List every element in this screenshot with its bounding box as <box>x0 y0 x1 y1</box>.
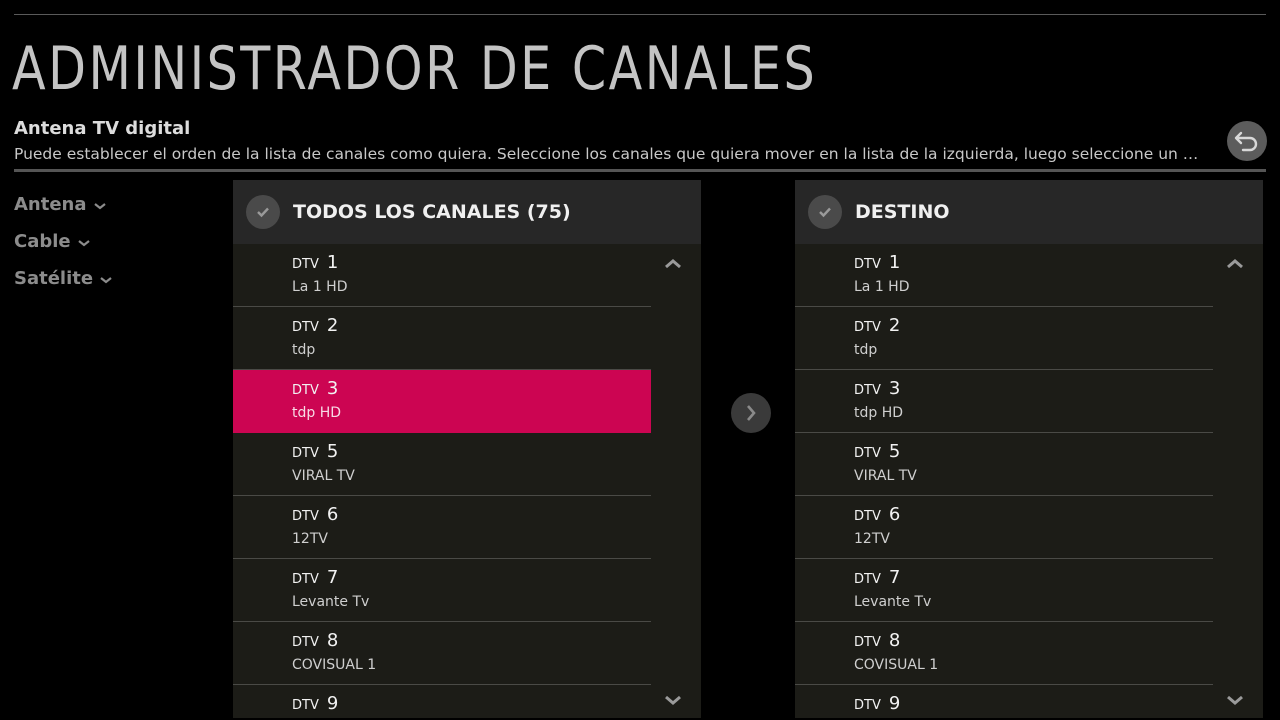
channel-row[interactable]: DTV 5 VIRAL TV <box>795 433 1213 496</box>
channel-type: DTV <box>292 257 319 272</box>
chevron-down-icon <box>100 276 112 283</box>
channel-row[interactable]: DTV 9 <box>795 685 1213 718</box>
channel-name: 12TV <box>854 531 890 547</box>
source-item-cable[interactable]: Cable <box>14 223 113 260</box>
channel-row[interactable]: DTV 9 <box>233 685 651 718</box>
channel-type: DTV <box>292 383 319 398</box>
channel-row[interactable]: DTV 6 12TV <box>795 496 1213 559</box>
channel-number: 7 <box>326 567 339 588</box>
channel-type: DTV <box>854 320 881 335</box>
top-divider <box>14 14 1266 15</box>
channel-type: DTV <box>854 257 881 272</box>
channel-number: 5 <box>326 441 339 462</box>
channel-type: DTV <box>292 320 319 335</box>
checkmark-icon <box>819 207 831 218</box>
channel-type: DTV <box>292 509 319 524</box>
panel-title: DESTINO <box>855 201 950 223</box>
channel-number: 2 <box>888 315 901 336</box>
channel-name: VIRAL TV <box>292 468 355 484</box>
channel-number: 3 <box>888 378 901 399</box>
channel-row[interactable]: DTV 6 12TV <box>233 496 651 559</box>
channel-number: 7 <box>888 567 901 588</box>
chevron-right-icon <box>747 405 756 421</box>
channel-type: DTV <box>854 446 881 461</box>
chevron-down-icon <box>93 202 106 209</box>
destination-panel: DESTINO DTV 1 La 1 HD DTV 2 tdp DTV 3 tdp H… <box>795 180 1263 718</box>
channel-number: 1 <box>326 252 339 273</box>
channel-name: COVISUAL 1 <box>292 657 377 673</box>
channel-number: 6 <box>888 504 901 525</box>
select-all-button[interactable] <box>808 195 842 229</box>
channel-row-selected[interactable]: DTV 3 tdp HD <box>233 370 651 433</box>
source-subtitle: Antena TV digital <box>14 118 191 139</box>
back-arrow-icon <box>1234 131 1258 152</box>
channel-row[interactable]: DTV 2 tdp <box>233 307 651 370</box>
chevron-down-icon[interactable] <box>663 694 683 706</box>
chevron-down-icon[interactable] <box>1225 694 1245 706</box>
channel-type: DTV <box>292 572 319 587</box>
channel-row[interactable]: DTV 7 Levante Tv <box>795 559 1213 622</box>
channel-name: Levante Tv <box>292 594 370 610</box>
channel-name: Levante Tv <box>854 594 932 610</box>
channel-number: 6 <box>326 504 339 525</box>
channel-number: 1 <box>888 252 901 273</box>
instructions-text: Puede establecer el orden de la lista de… <box>14 145 1206 163</box>
all-channels-panel: TODOS LOS CANALES (75) DTV 1 La 1 HD DTV 2… <box>233 180 701 718</box>
channel-name: VIRAL TV <box>854 468 917 484</box>
channel-number: 9 <box>326 693 339 714</box>
channel-type: DTV <box>854 698 881 713</box>
channel-name: tdp <box>854 342 878 358</box>
channel-row[interactable]: DTV 8 COVISUAL 1 <box>233 622 651 685</box>
channel-number: 8 <box>888 630 901 651</box>
chevron-up-icon[interactable] <box>663 258 683 270</box>
channel-row[interactable]: DTV 7 Levante Tv <box>233 559 651 622</box>
channel-type: DTV <box>854 635 881 650</box>
channel-number: 2 <box>326 315 339 336</box>
channel-type: DTV <box>854 383 881 398</box>
checkmark-icon <box>257 207 269 218</box>
channel-type: DTV <box>292 446 319 461</box>
back-button[interactable] <box>1227 121 1267 161</box>
chevron-up-icon[interactable] <box>1225 258 1245 270</box>
page-title: ADMINISTRADOR DE CANALES <box>12 34 818 104</box>
source-item-label: Cable <box>14 230 71 252</box>
channel-number: 3 <box>326 378 339 399</box>
source-item-antena[interactable]: Antena <box>14 186 113 223</box>
source-item-satelite[interactable]: Satélite <box>14 260 113 297</box>
channel-number: 8 <box>326 630 339 651</box>
channel-number: 9 <box>888 693 901 714</box>
move-to-destination-button[interactable] <box>731 393 771 433</box>
source-item-label: Satélite <box>14 267 94 289</box>
channel-row[interactable]: DTV 1 La 1 HD <box>795 244 1213 307</box>
channel-name: tdp HD <box>292 405 342 421</box>
channel-type: DTV <box>292 635 319 650</box>
panel-header: TODOS LOS CANALES (75) <box>233 180 701 244</box>
channel-list: DTV 1 La 1 HD DTV 2 tdp DTV 3 tdp HD DTV 5 V… <box>795 244 1213 718</box>
channel-name: 12TV <box>292 531 328 547</box>
channel-number: 5 <box>888 441 901 462</box>
channel-row[interactable]: DTV 2 tdp <box>795 307 1213 370</box>
channel-type: DTV <box>292 698 319 713</box>
channel-row[interactable]: DTV 1 La 1 HD <box>233 244 651 307</box>
channel-name: COVISUAL 1 <box>854 657 939 673</box>
header-divider <box>14 169 1266 172</box>
channel-name: tdp HD <box>854 405 904 421</box>
select-all-button[interactable] <box>246 195 280 229</box>
source-nav: Antena Cable Satélite <box>14 186 113 297</box>
channel-row[interactable]: DTV 5 VIRAL TV <box>233 433 651 496</box>
panel-title: TODOS LOS CANALES (75) <box>293 201 571 223</box>
channel-list: DTV 1 La 1 HD DTV 2 tdp DTV 3 tdp HD DTV 5 V… <box>233 244 651 718</box>
panel-header: DESTINO <box>795 180 1263 244</box>
channel-type: DTV <box>854 572 881 587</box>
channel-row[interactable]: DTV 8 COVISUAL 1 <box>795 622 1213 685</box>
channel-name: tdp <box>292 342 316 358</box>
channel-type: DTV <box>854 509 881 524</box>
chevron-down-icon <box>77 239 90 246</box>
channel-name: La 1 HD <box>292 279 348 295</box>
channel-name: La 1 HD <box>854 279 910 295</box>
source-item-label: Antena <box>14 193 87 215</box>
channel-row[interactable]: DTV 3 tdp HD <box>795 370 1213 433</box>
